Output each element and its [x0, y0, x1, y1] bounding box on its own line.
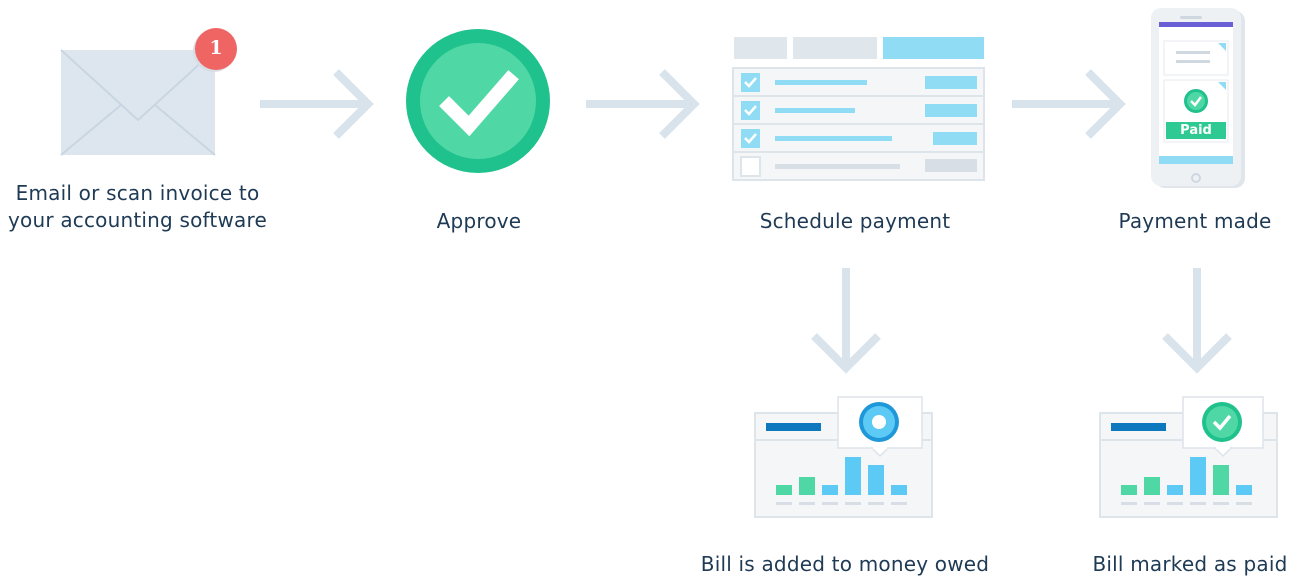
schedule-node [732, 36, 986, 186]
chart-bar [1144, 477, 1160, 495]
marked-paid-caption: Bill marked as paid [1092, 552, 1288, 576]
chart-axis-tick [1190, 502, 1206, 505]
chart-bar [822, 485, 838, 495]
chart-axis-tick [1213, 502, 1229, 505]
dashboard-chart-icon [1099, 396, 1278, 518]
arrow-right-3 [1012, 69, 1126, 139]
arrow-right-2 [586, 69, 700, 139]
chart-axis-tick [1236, 502, 1252, 505]
approve-caption: Approve [436, 209, 522, 233]
chart-axis-tick [891, 502, 907, 505]
chart-bar [1190, 457, 1206, 495]
notification-badge: 1 [193, 27, 239, 73]
chart-bar [799, 477, 815, 495]
email-caption-line-1: Email or scan invoice to [15, 181, 260, 205]
money-owed-node [754, 396, 934, 520]
chart-bar [868, 465, 884, 495]
row-4-checkbox [740, 156, 761, 177]
chart-axis-tick [776, 502, 792, 505]
dashboard-chart-icon [754, 396, 933, 518]
arrow-down-1 [811, 268, 881, 374]
paid-check-icon [1202, 402, 1242, 442]
phone-icon [1151, 8, 1245, 188]
money-owed-caption: Bill is added to money owed [700, 552, 990, 576]
chart-bar [891, 485, 907, 495]
chart-axis-tick [868, 502, 884, 505]
payment-made-node: Paid [1148, 8, 1248, 190]
chart-axis-tick [1167, 502, 1183, 505]
chart-axis-tick [799, 502, 815, 505]
checklist-table-icon [732, 37, 985, 181]
marked-paid-node [1099, 396, 1279, 520]
pending-dot-icon [859, 402, 899, 442]
arrow-down-2 [1162, 268, 1232, 374]
chart-bar [1167, 485, 1183, 495]
email-caption: Email or scan invoice to your accounting… [0, 180, 275, 234]
schedule-caption: Schedule payment [759, 209, 951, 233]
approve-node [405, 28, 553, 176]
workflow-diagram: 1 Email or scan invoice to your accounti… [0, 0, 1302, 580]
chart-bar [845, 457, 861, 495]
chart-bar [1121, 485, 1137, 495]
chart-axis-tick [1144, 502, 1160, 505]
chart-axis-tick [822, 502, 838, 505]
chart-axis-tick [1121, 502, 1137, 505]
payment-made-caption: Payment made [1118, 209, 1272, 233]
email-node: 1 [55, 25, 245, 160]
arrow-right-1 [260, 69, 374, 139]
chart-bar [1236, 485, 1252, 495]
checkmark-circle-icon [406, 29, 550, 173]
paid-label: Paid [1180, 123, 1212, 138]
chart-bar [1213, 465, 1229, 495]
email-caption-line-2: your accounting software [8, 208, 267, 232]
badge-count: 1 [209, 37, 223, 59]
chart-axis-tick [845, 502, 861, 505]
chart-bar [776, 485, 792, 495]
